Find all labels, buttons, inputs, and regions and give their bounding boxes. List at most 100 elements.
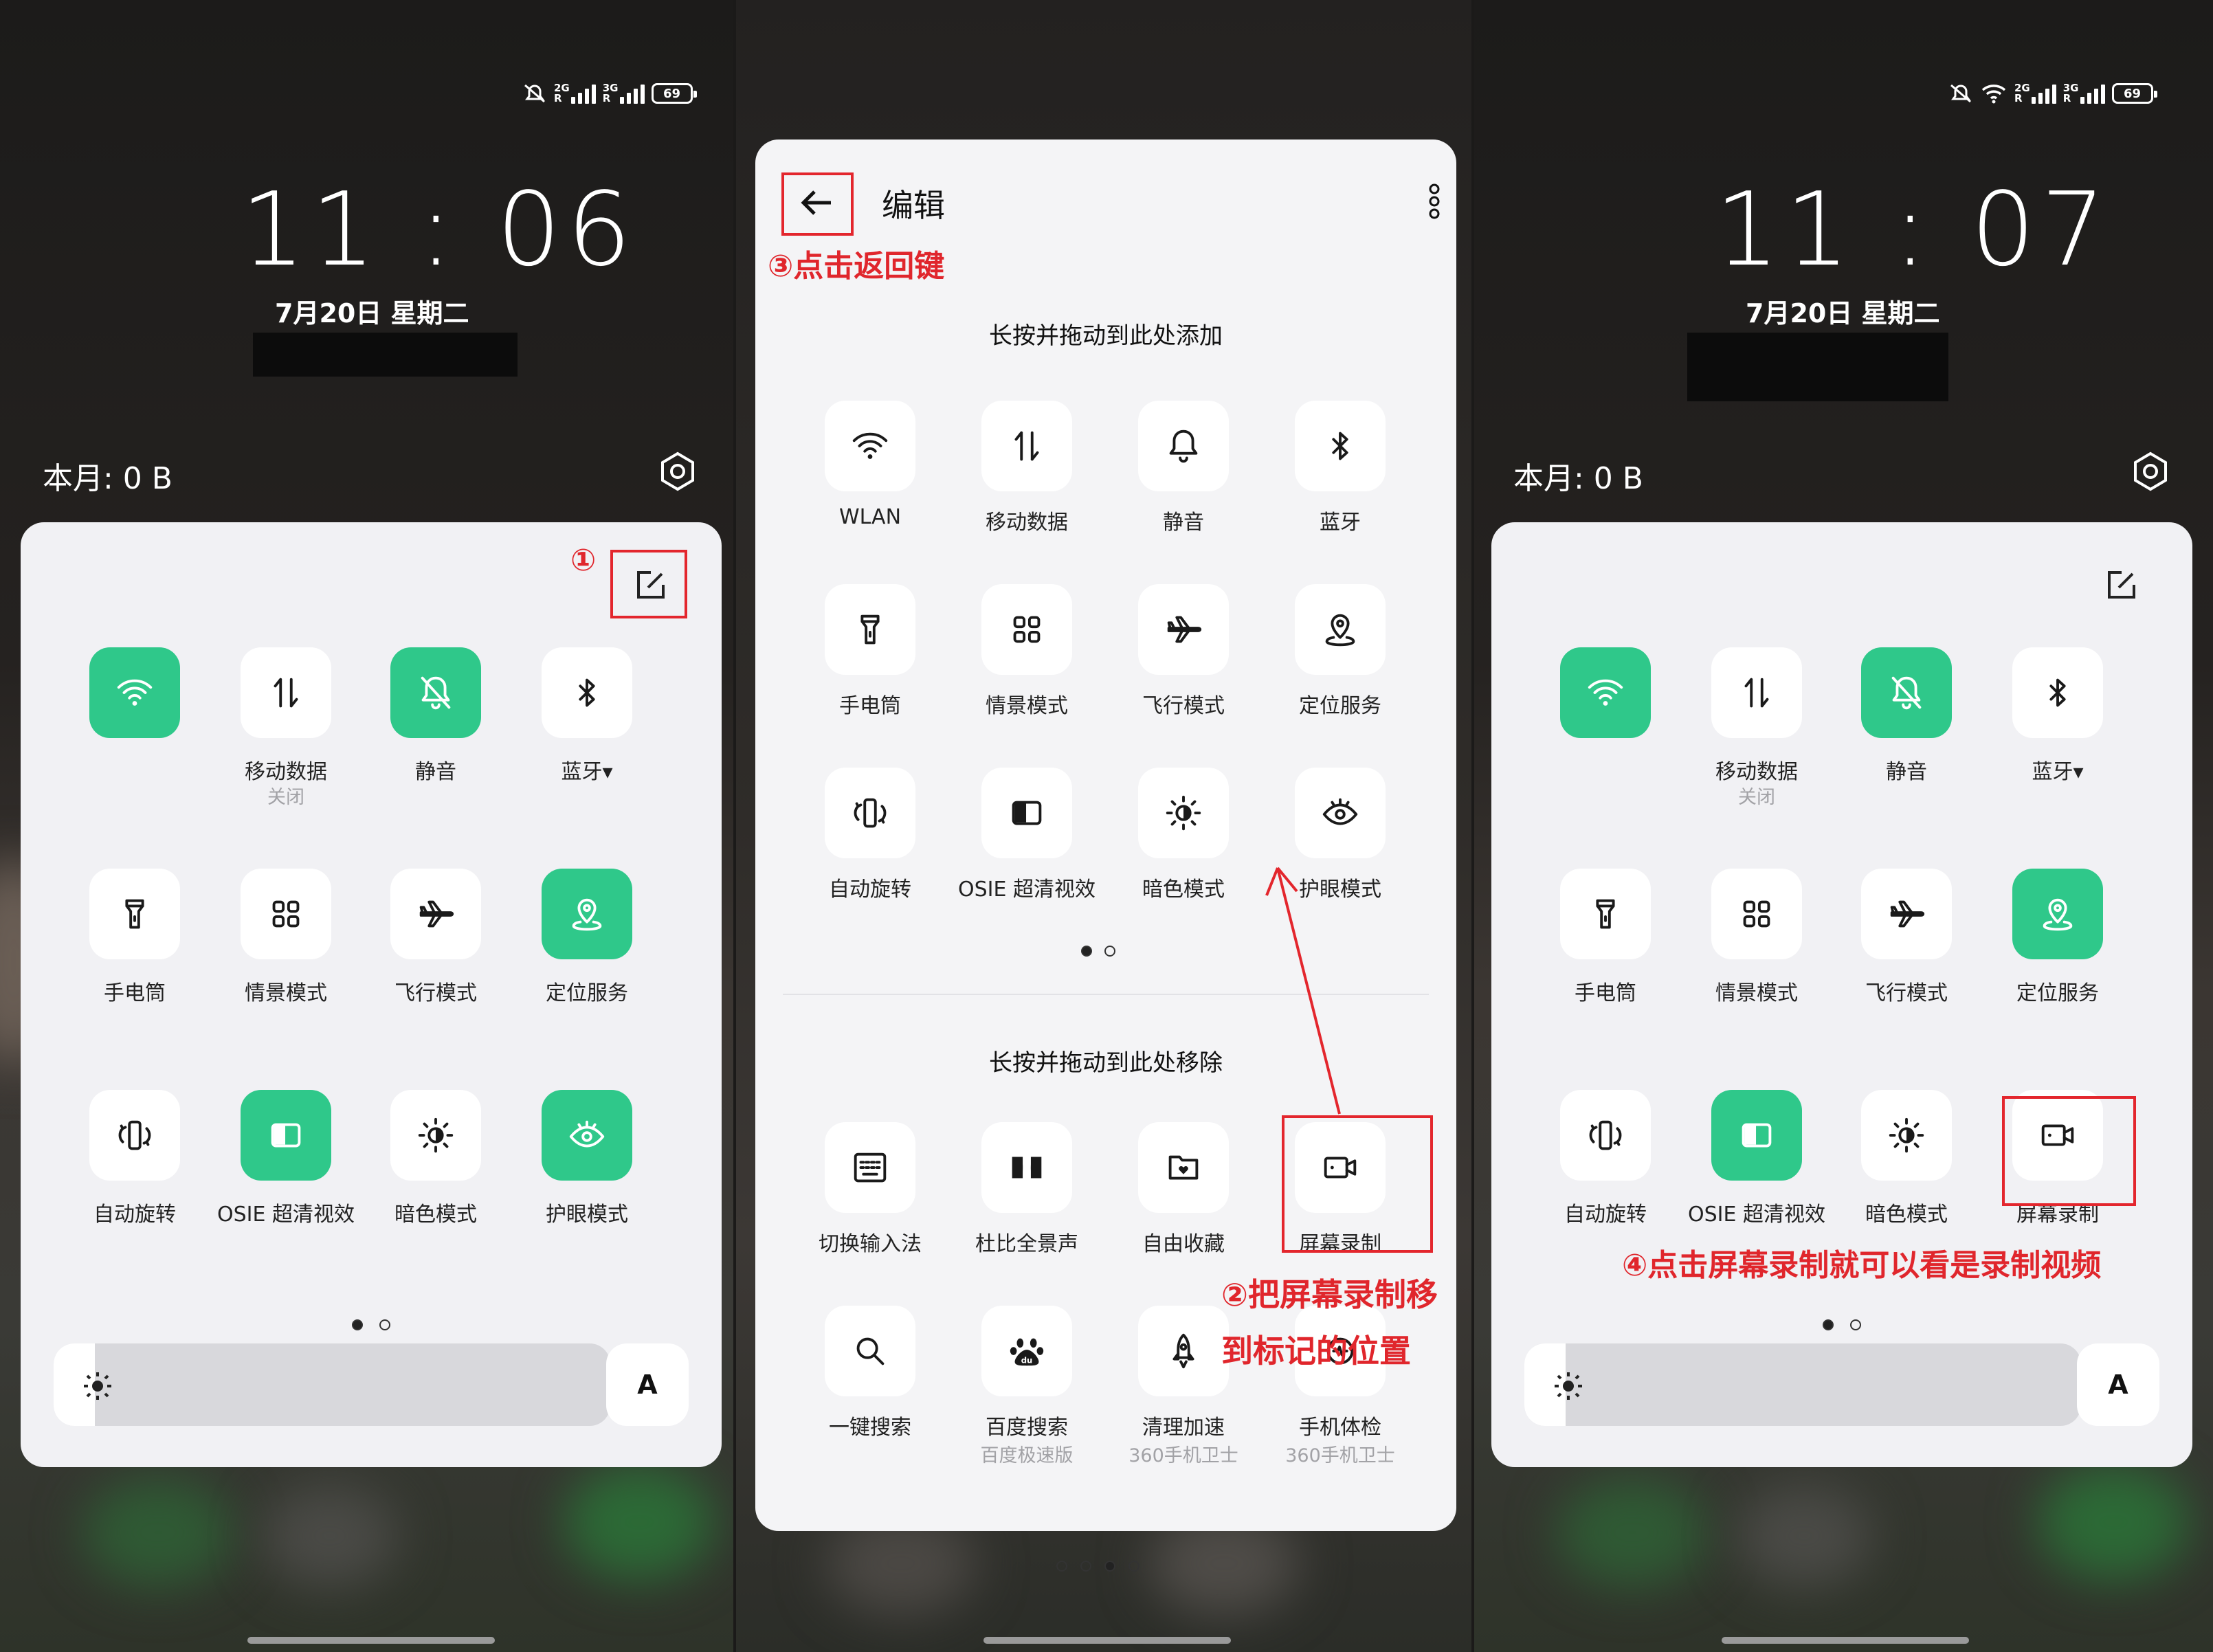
back-arrow-icon[interactable]: [797, 182, 838, 223]
tile-bell[interactable]: [1138, 401, 1229, 491]
signal-1: 2G R: [554, 83, 596, 104]
tile-dark-mode[interactable]: [1138, 768, 1229, 858]
tile-label: 情景模式: [986, 694, 1068, 718]
tile-mobile-data[interactable]: [1711, 647, 1802, 738]
tile-sublabel: 360手机卫士: [1128, 1445, 1238, 1466]
osie-icon: [271, 1123, 301, 1148]
tile-bluetooth[interactable]: [542, 647, 632, 738]
settings-icon[interactable]: [2130, 451, 2171, 492]
tile-label: 蓝牙▾: [2032, 760, 2084, 784]
brightness-slider[interactable]: [54, 1343, 610, 1426]
tile-scene-mode[interactable]: [981, 584, 1072, 675]
tile-osie[interactable]: [241, 1090, 331, 1181]
tile-location[interactable]: [1295, 584, 1386, 675]
tile-mobile-data[interactable]: [241, 647, 331, 738]
search-icon: [856, 1337, 885, 1365]
tile-sublabel: 360手机卫士: [1285, 1445, 1395, 1466]
tile-keyboard[interactable]: [825, 1122, 915, 1213]
tile-favorite-folder[interactable]: [1138, 1122, 1229, 1213]
tile-label: 蓝牙: [1320, 511, 1361, 535]
tile-label: 飞行模式: [1142, 694, 1225, 718]
tile-location[interactable]: [542, 869, 632, 959]
tile-label: 自动旋转: [1564, 1203, 1647, 1227]
tile-dark-mode[interactable]: [1861, 1090, 1952, 1181]
auto-brightness-button[interactable]: A: [2077, 1343, 2159, 1426]
page-dot-1: [352, 1319, 363, 1330]
tile-rocket[interactable]: [1138, 1306, 1229, 1396]
dark-mode-icon: [1889, 1117, 1924, 1153]
tile-dark-mode[interactable]: [390, 1090, 481, 1181]
tile-airplane[interactable]: [1138, 584, 1229, 675]
tile-label: 移动数据: [245, 760, 327, 784]
page-dot-1: [1056, 1561, 1067, 1572]
auto-rotate-icon: [1589, 1120, 1622, 1150]
dolby-icon: [1012, 1157, 1042, 1179]
tile-wifi[interactable]: [825, 401, 915, 491]
edit-panel: 编辑 ③点击返回键 长按并拖动到此处添加 WLAN 移动数据 静音 蓝牙 手电筒 情景模式…: [755, 139, 1456, 1572]
tile-sublabel: 关闭: [1738, 787, 1775, 808]
tile-label: OSIE 超清视效: [217, 1203, 355, 1227]
step-2-label-line1: ②把屏幕录制移: [1221, 1276, 1438, 1313]
mute-status-icon: [1950, 84, 1971, 103]
page-dot-2: [1850, 1319, 1861, 1330]
baidu-icon: du: [1010, 1338, 1044, 1366]
tile-flashlight[interactable]: [1560, 869, 1651, 959]
tile-label: 杜比全景声: [975, 1232, 1078, 1256]
page-dot-2: [1080, 1561, 1091, 1572]
tile-location[interactable]: [2012, 869, 2103, 959]
brightness-sun-icon: [84, 1372, 111, 1400]
tile-label: 蓝牙▾: [561, 760, 613, 784]
tile-mobile-data[interactable]: [981, 401, 1072, 491]
tile-label: 手电筒: [104, 981, 166, 1005]
edit-icon[interactable]: [634, 568, 667, 601]
bluetooth-icon: [579, 678, 595, 707]
tile-label: 移动数据: [1715, 760, 1798, 784]
tile-auto-rotate[interactable]: [1560, 1090, 1651, 1181]
drag-arrow: [1265, 867, 1341, 1115]
rocket-icon: [1172, 1333, 1194, 1369]
tile-scene-mode[interactable]: [1711, 869, 1802, 959]
tile-bluetooth[interactable]: [1295, 401, 1386, 491]
dark-mode-icon: [418, 1117, 454, 1153]
brightness-slider[interactable]: [1524, 1343, 2081, 1426]
tile-airplane[interactable]: [390, 869, 481, 959]
tile-bluetooth[interactable]: [2012, 647, 2103, 738]
tile-label: 静音: [415, 760, 456, 784]
tile-search[interactable]: [825, 1306, 915, 1396]
tile-wifi[interactable]: [1560, 647, 1651, 738]
edit-icon[interactable]: [2105, 568, 2138, 601]
wifi-icon: [852, 432, 888, 459]
more-options-icon[interactable]: [1429, 183, 1440, 219]
settings-icon[interactable]: [657, 451, 698, 492]
tile-eye-care[interactable]: [1295, 768, 1386, 858]
tile-label: 定位服务: [2016, 981, 2099, 1005]
tile-eye-care[interactable]: [542, 1090, 632, 1181]
auto-brightness-button[interactable]: A: [606, 1343, 689, 1426]
tile-dolby[interactable]: [981, 1122, 1072, 1213]
home-indicator[interactable]: [1722, 1637, 1969, 1644]
home-indicator[interactable]: [983, 1637, 1231, 1644]
osie-icon: [1012, 801, 1042, 825]
tile-mute-bell[interactable]: [1861, 647, 1952, 738]
screen-after: 2G R 3G R 69 11 : 07 7月20日 星期二 本月: 0 B 移动数…: [1474, 0, 2213, 1652]
tile-baidu[interactable]: du: [981, 1306, 1072, 1396]
location-icon: [2043, 898, 2073, 931]
tile-osie[interactable]: [1711, 1090, 1802, 1181]
home-indicator[interactable]: [247, 1637, 495, 1644]
tile-flashlight[interactable]: [89, 869, 180, 959]
tile-sublabel: 百度极速版: [980, 1445, 1074, 1466]
tile-mute-bell[interactable]: [390, 647, 481, 738]
tile-scene-mode[interactable]: [241, 869, 331, 959]
tile-wifi[interactable]: [89, 647, 180, 738]
step-2-label-line2: 到标记的位置: [1221, 1332, 1411, 1370]
highlight-screen-record: [1282, 1115, 1433, 1253]
tile-label: 情景模式: [245, 981, 327, 1005]
mobile-data-icon: [274, 678, 298, 708]
tile-label: 清理加速: [1142, 1416, 1225, 1440]
tile-auto-rotate[interactable]: [825, 768, 915, 858]
tile-flashlight[interactable]: [825, 584, 915, 675]
step-1-label: ①: [570, 543, 597, 578]
tile-osie[interactable]: [981, 768, 1072, 858]
tile-airplane[interactable]: [1861, 869, 1952, 959]
tile-auto-rotate[interactable]: [89, 1090, 180, 1181]
